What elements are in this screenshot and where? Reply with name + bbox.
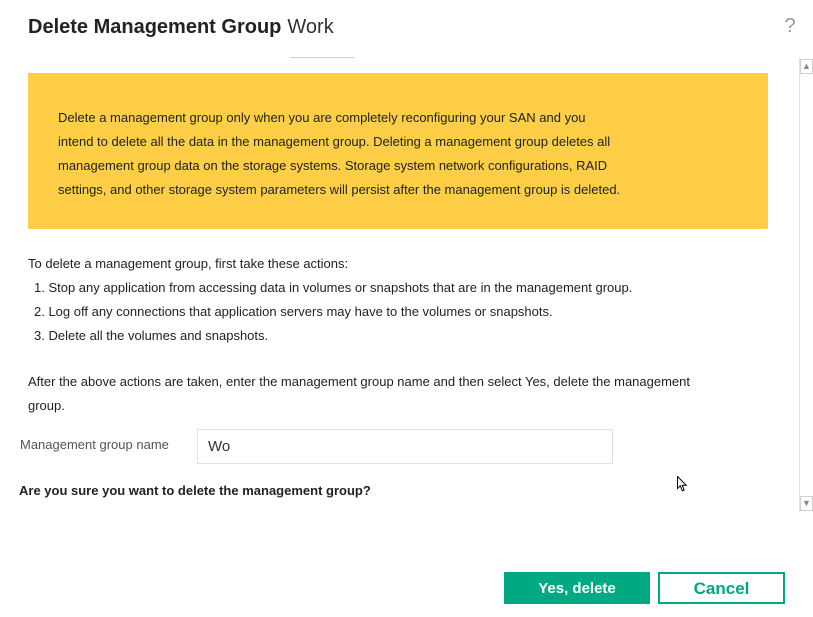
warning-line: Delete a management group only when you … — [58, 110, 586, 125]
dialog-title-text: Delete Management Group — [28, 16, 282, 38]
management-group-name-title: Work — [287, 16, 334, 38]
management-group-name-label: Management group name — [20, 437, 169, 452]
delete-management-group-dialog: Delete Management Group Work ? Delete a … — [0, 0, 813, 617]
steps-list: 1. Stop any application from accessing d… — [28, 276, 768, 348]
after-actions-line: After the above actions are taken, enter… — [28, 374, 690, 389]
cancel-button[interactable]: Cancel — [658, 572, 785, 604]
yes-delete-button[interactable]: Yes, delete — [504, 572, 650, 604]
warning-message-box: Delete a management group only when you … — [28, 73, 768, 229]
warning-line: intend to delete all the data in the man… — [58, 134, 611, 149]
question-mark-icon[interactable]: ? — [781, 15, 799, 39]
vertical-scrollbar[interactable]: ▲ ▼ — [799, 58, 813, 512]
instructions: To delete a management group, first take… — [28, 252, 768, 348]
scroll-down-arrow-icon[interactable]: ▼ — [800, 496, 813, 511]
after-actions-text: After the above actions are taken, enter… — [28, 370, 768, 418]
step-item: 3. Delete all the volumes and snapshots. — [34, 328, 269, 343]
after-actions-line: group. — [28, 398, 65, 413]
confirm-question: Are you sure you want to delete the mana… — [19, 483, 371, 498]
scroll-up-arrow-icon[interactable]: ▲ — [800, 59, 813, 74]
warning-line: settings, and other storage system param… — [58, 182, 621, 197]
warning-line: management group data on the storage sys… — [58, 158, 608, 173]
mouse-pointer-icon — [677, 476, 688, 492]
dialog-scroll-content: Delete a management group only when you … — [0, 58, 797, 512]
dialog-title: Delete Management Group Work — [28, 16, 334, 39]
step-item: 1. Stop any application from accessing d… — [34, 280, 633, 295]
management-group-name-input[interactable] — [197, 429, 613, 464]
step-item: 2. Log off any connections that applicat… — [34, 304, 553, 319]
instructions-intro: To delete a management group, first take… — [28, 256, 349, 271]
